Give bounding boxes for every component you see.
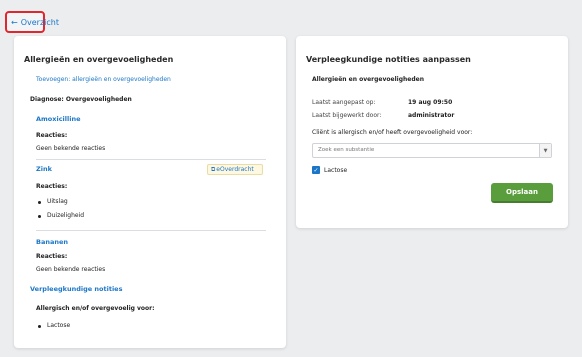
- nursing-notes-title: Verpleegkundige notities: [30, 285, 123, 293]
- arrow-left-icon: ←: [11, 17, 18, 27]
- last-edited-value: administrator: [408, 112, 455, 119]
- last-edited-label: Laatst bijgewerkt door:: [312, 112, 382, 119]
- reaction-value: Duizeligheid: [47, 212, 85, 219]
- reactions-label: Reacties:: [36, 253, 68, 260]
- divider: [36, 159, 266, 160]
- save-button[interactable]: Opslaan: [491, 183, 553, 203]
- lactose-checkbox[interactable]: ✓: [312, 166, 320, 174]
- bullet-icon: [38, 215, 41, 218]
- allergen-zink[interactable]: Zink: [36, 165, 52, 173]
- reaction-value: Uitslag: [47, 198, 68, 205]
- back-button-label: Overzicht: [20, 17, 59, 27]
- section-title: Allergieën en overgevoeligheden: [312, 76, 424, 83]
- chevron-down-icon[interactable]: ▼: [539, 144, 551, 157]
- last-changed-value: 19 aug 09:50: [408, 99, 453, 106]
- badge-label: eOverdracht: [216, 166, 254, 173]
- allergies-card-title: Allergieën en overgevoeligheden: [24, 55, 174, 64]
- divider: [36, 230, 266, 231]
- lactose-checkbox-label[interactable]: Lactose: [324, 167, 347, 174]
- allergen-bananen[interactable]: Bananen: [36, 238, 68, 246]
- eoverdracht-badge[interactable]: ⧉ eOverdracht: [207, 164, 263, 175]
- reactions-label: Reacties:: [36, 132, 68, 139]
- allergic-to-label: Allergisch en/of overgevoelig voor:: [36, 305, 155, 312]
- reactions-label: Reacties:: [36, 183, 68, 190]
- checkmark-icon: ✓: [313, 166, 319, 174]
- bullet-icon: [38, 325, 41, 328]
- allergen-amoxicilline[interactable]: Amoxicilline: [36, 115, 81, 123]
- transfer-document-icon: ⧉: [211, 165, 216, 173]
- reaction-value: Geen bekende reacties: [36, 145, 106, 152]
- bullet-icon: [38, 201, 41, 204]
- add-allergy-link[interactable]: Toevoegen: allergieën en overgevoelighed…: [36, 76, 171, 83]
- reaction-value: Geen bekende reacties: [36, 266, 106, 273]
- last-changed-label: Laatst aangepast op:: [312, 99, 376, 106]
- back-to-overview-button[interactable]: ← Overzicht: [5, 11, 59, 33]
- edit-notes-title: Verpleegkundige notities aanpassen: [306, 55, 471, 64]
- allergy-question: Cliënt is allergisch en/of heeft overgev…: [312, 129, 473, 136]
- substance-search-select[interactable]: Zoek een substantie ▼: [312, 143, 552, 158]
- allergic-value: Lactose: [47, 322, 71, 329]
- search-placeholder: Zoek een substantie: [318, 147, 375, 153]
- diagnosis-label: Diagnose: Overgevoeligheden: [30, 96, 132, 103]
